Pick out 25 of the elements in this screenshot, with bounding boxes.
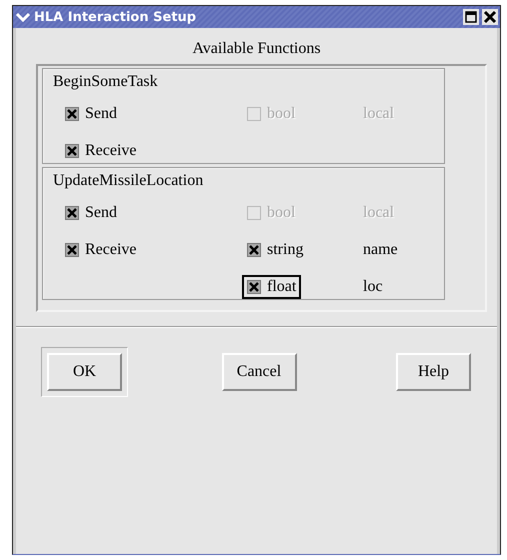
parameter-name: local	[363, 105, 394, 123]
checkbox[interactable]	[65, 206, 79, 220]
direction-checkbox[interactable]: Send	[60, 102, 122, 126]
dialog-button[interactable]: OK	[47, 353, 122, 391]
close-icon[interactable]	[482, 9, 498, 25]
checkbox[interactable]	[247, 243, 261, 257]
maximize-icon[interactable]	[463, 9, 479, 25]
parameter-name: loc	[363, 278, 383, 296]
group-title: Available Functions	[192, 40, 321, 58]
parameter-name: name	[363, 241, 398, 259]
function-name: UpdateMissileLocation	[52, 172, 204, 190]
window-title: HLA Interaction Setup	[34, 10, 198, 24]
checkbox[interactable]	[65, 107, 79, 121]
parameter-checkbox[interactable]: string	[242, 238, 308, 262]
checkbox[interactable]	[247, 280, 261, 294]
checkbox[interactable]	[65, 243, 79, 257]
parameter-name: local	[363, 204, 394, 222]
parameter-checkbox[interactable]: float	[242, 275, 302, 299]
dialog-button[interactable]: Help	[396, 353, 471, 391]
direction-checkbox[interactable]: Send	[60, 201, 122, 225]
checkbox[interactable]	[65, 144, 79, 158]
direction-checkbox[interactable]: Receive	[60, 139, 142, 163]
function-name: BeginSomeTask	[52, 73, 158, 91]
dialog-button[interactable]: Cancel	[222, 353, 296, 391]
direction-checkbox[interactable]: Receive	[60, 238, 142, 262]
